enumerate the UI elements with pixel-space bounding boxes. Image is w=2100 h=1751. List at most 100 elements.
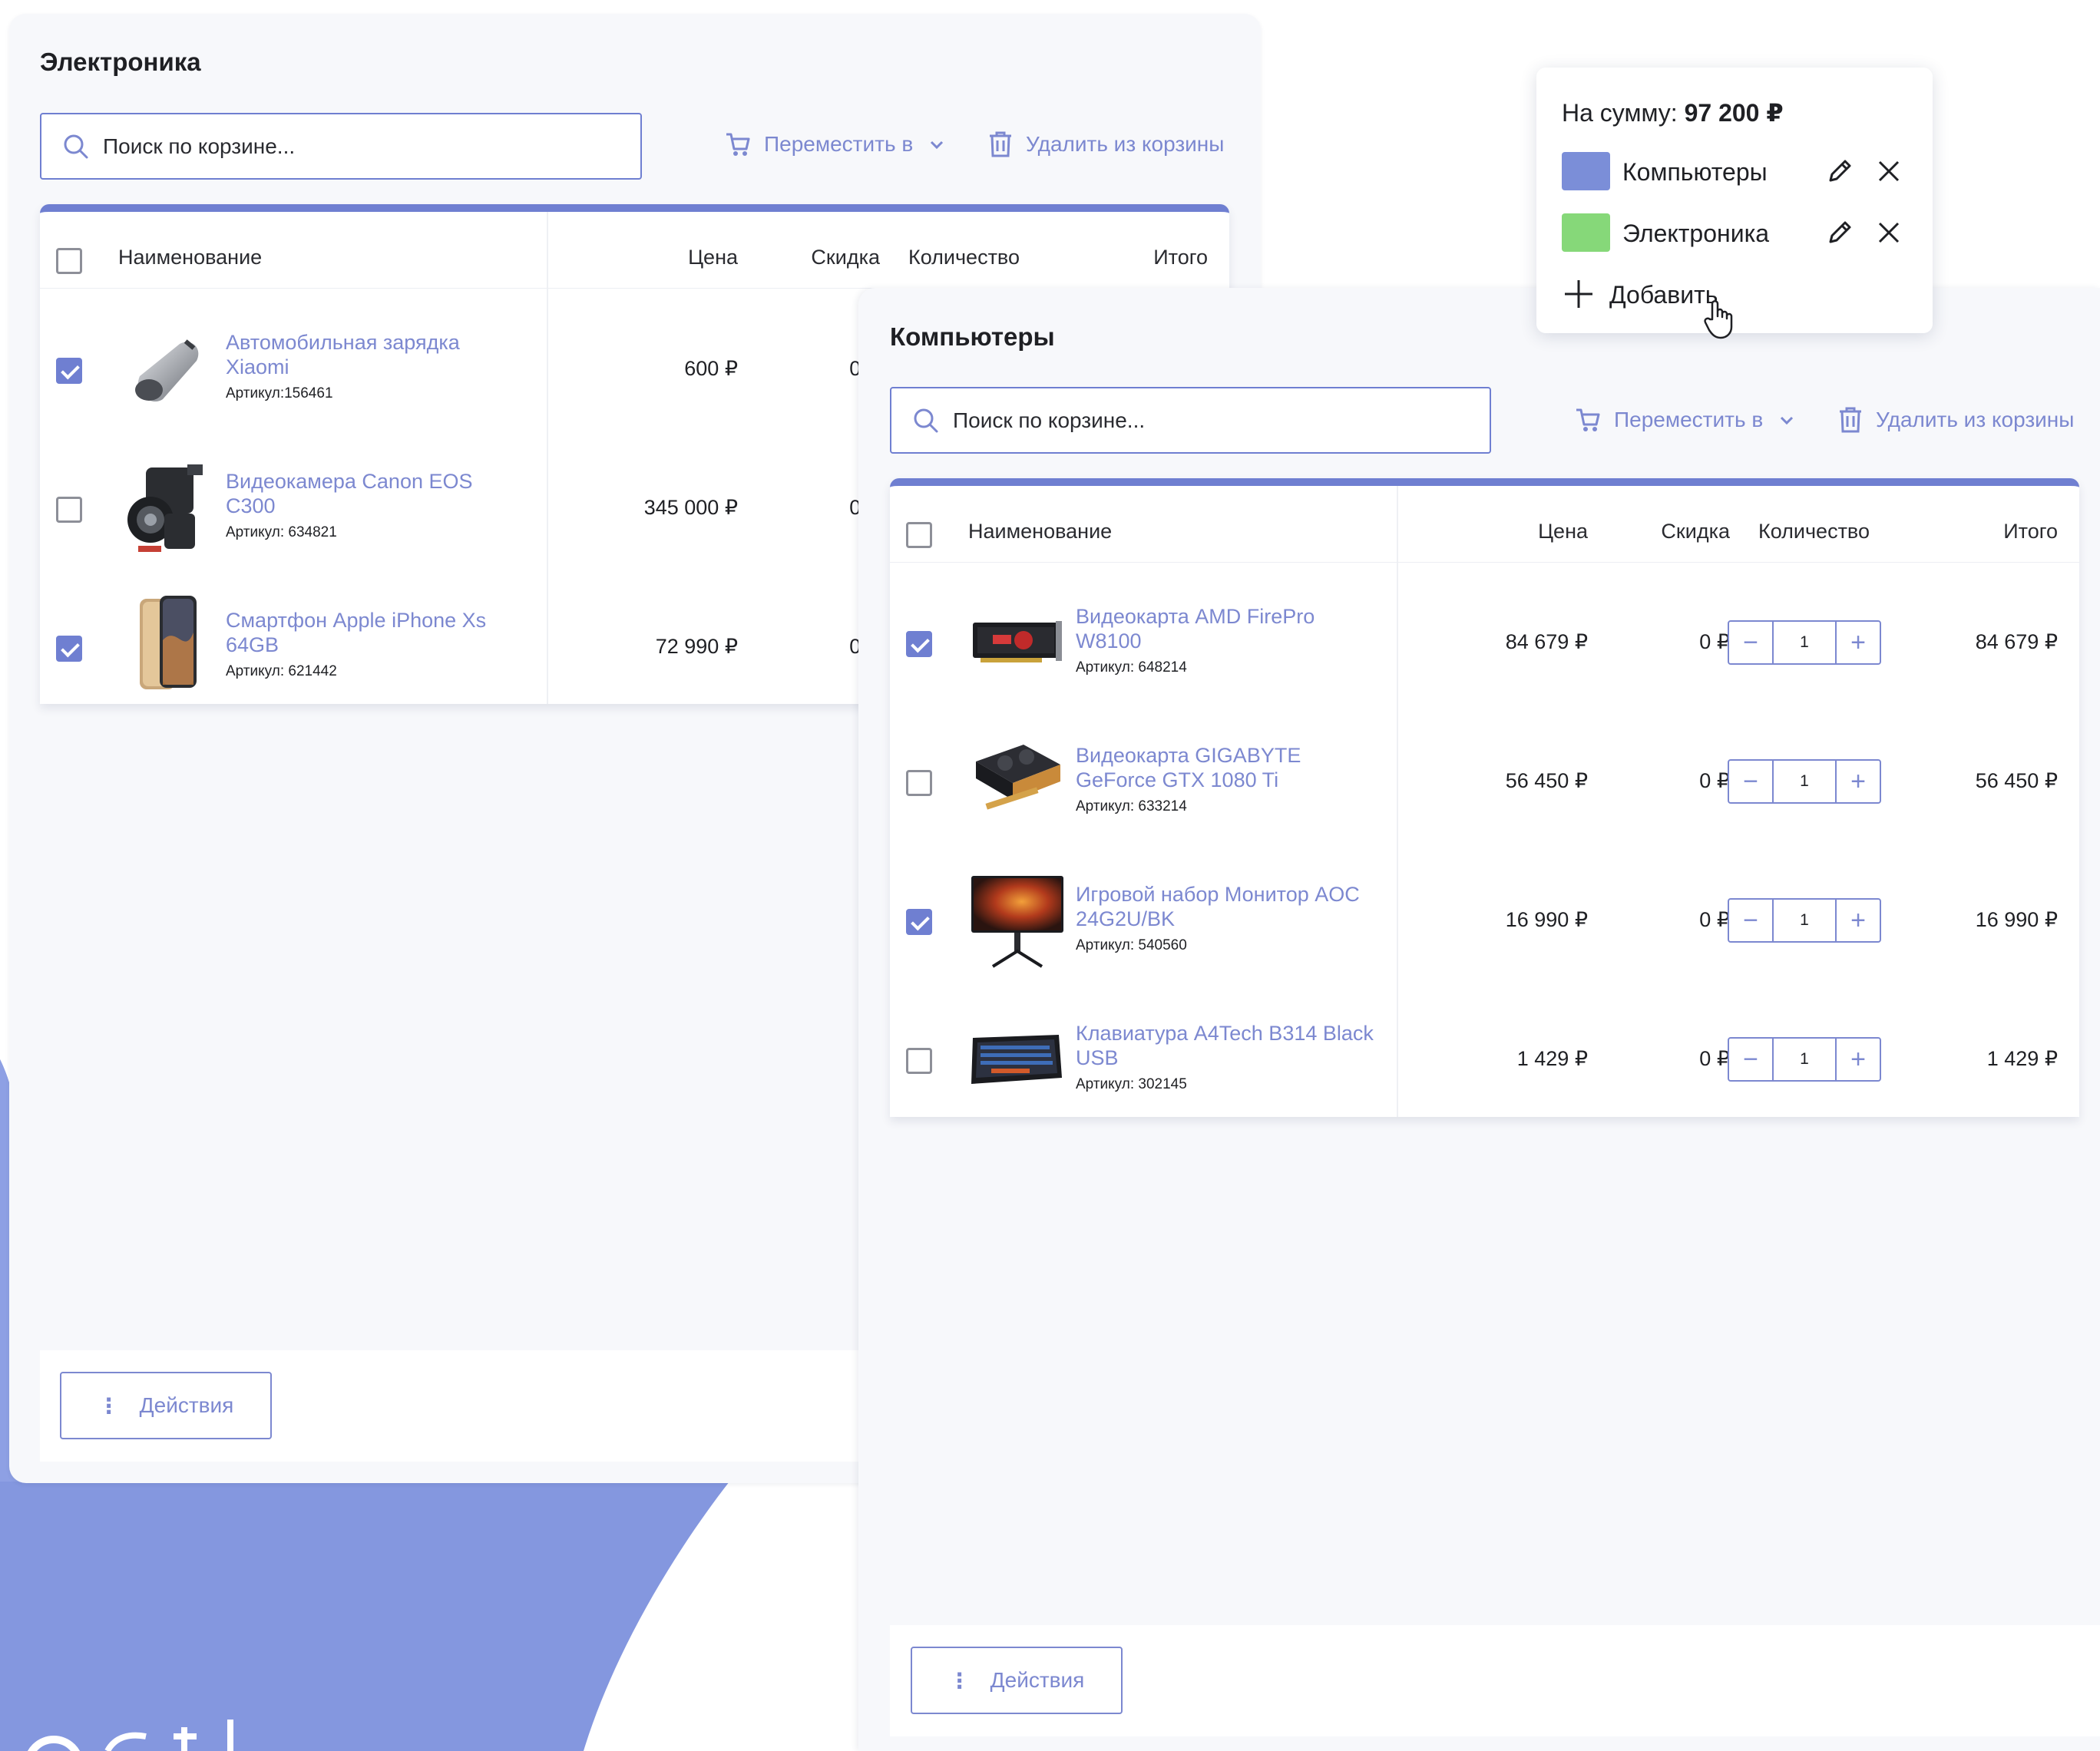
row-checkbox[interactable] [906,909,932,935]
column-header-name: Наименование [118,246,263,269]
table-row: Видеокарта GIGABYTE GeForce GTX 1080 Ti … [890,712,2079,851]
quantity-value[interactable]: 1 [1772,761,1837,802]
row-checkbox[interactable] [56,636,82,662]
delete-from-cart-label: Удалить из корзины [1026,132,1225,156]
more-vertical-icon: ⋮ [948,1668,971,1693]
actions-label: Действия [139,1393,234,1417]
product-name-link[interactable]: Смартфон Apple iPhone Xs 64GB [226,608,518,657]
select-all-checkbox[interactable] [56,248,82,274]
decrement-button[interactable]: − [1729,1039,1772,1080]
pencil-icon[interactable] [1824,156,1855,187]
pencil-icon[interactable] [1824,217,1855,248]
product-price: 1 429 ₽ [1516,1047,1588,1070]
product-price: 72 990 ₽ [655,635,738,658]
cart-icon [726,133,750,156]
row-checkbox[interactable] [56,497,82,523]
product-name-link[interactable]: Игровой набор Монитор AOC 24G2U/BK [1076,882,1391,931]
electronics-panel-title: Электроника [40,48,201,76]
product-total: 56 450 ₽ [1975,769,2058,792]
product-name-link[interactable]: Видеокамера Canon EOS C300 [226,469,518,518]
product-name-link[interactable]: Клавиатура A4Tech B314 Black USB [1076,1021,1375,1070]
decrement-button[interactable]: − [1729,622,1772,663]
actions-label: Действия [990,1668,1085,1692]
table-header: Наименование Цена Скидка Количество Итог… [40,212,1229,289]
cart-color-swatch [1562,152,1610,190]
table-row: Видеокарта AMD FirePro W8100 Артикул: 64… [890,573,2079,712]
quantity-stepper[interactable]: − 1 + [1728,759,1881,804]
close-icon[interactable] [1873,217,1904,248]
increment-button[interactable]: + [1837,622,1880,663]
product-name-link[interactable]: Автомобильная зарядка Xiaomi [226,330,518,379]
cart-list-item-computers[interactable]: Компьютеры [1562,152,1907,190]
quantity-value[interactable]: 1 [1772,622,1837,663]
product-sku: Артикул: 302145 [1076,1076,1187,1092]
increment-button[interactable]: + [1837,900,1880,941]
computers-cart-table: Наименование Цена Скидка Количество Итог… [890,478,2079,1117]
electronics-move-to-button[interactable]: Переместить в [724,130,945,158]
column-header-quantity: Количество [908,246,1020,269]
product-name-link[interactable]: Видеокарта GIGABYTE GeForce GTX 1080 Ti [1076,743,1375,792]
product-price: 16 990 ₽ [1505,908,1588,931]
hand-cursor-icon [1704,300,1733,339]
cart-color-swatch [1562,213,1610,252]
increment-button[interactable]: + [1837,761,1880,802]
graphics-card-image [976,745,1060,810]
cart-sum: На сумму: 97 200 ₽ [1562,98,1784,127]
increment-button[interactable]: + [1837,1039,1880,1080]
quantity-stepper[interactable]: − 1 + [1728,1037,1881,1082]
car-charger-image [135,339,199,402]
cart-label[interactable]: Электроника [1622,220,1769,248]
cart-label[interactable]: Компьютеры [1622,158,1768,187]
trash-icon [990,131,1011,157]
electronics-search-field[interactable] [40,113,642,180]
quantity-value[interactable]: 1 [1772,1039,1837,1080]
cart-list-item-electronics[interactable]: Электроника [1562,213,1907,252]
table-header: Наименование Цена Скидка Количество Итог… [890,486,2079,563]
row-checkbox[interactable] [906,770,932,796]
column-header-discount: Скидка [811,246,880,269]
move-to-label: Переместить в [1614,408,1764,431]
column-header-price: Цена [688,246,738,269]
quantity-stepper[interactable]: − 1 + [1728,898,1881,943]
cart-sum-value: 97 200 ₽ [1684,99,1784,127]
product-total: 16 990 ₽ [1975,908,2058,931]
product-price: 600 ₽ [684,357,738,380]
electronics-search-input[interactable] [103,134,567,159]
product-sku: Артикул: 633214 [1076,798,1187,814]
decrement-button[interactable]: − [1729,761,1772,802]
product-name-link[interactable]: Видеокарта AMD FirePro W8100 [1076,604,1375,653]
column-header-discount: Скидка [1661,520,1730,543]
product-sku: Артикул: 621442 [226,663,337,679]
product-total: 84 679 ₽ [1975,630,2058,653]
search-icon [914,408,938,432]
electronics-actions-button[interactable]: ⋮ Действия [60,1372,272,1439]
delete-from-cart-label: Удалить из корзины [1876,408,2075,431]
table-row: Клавиатура A4Tech B314 Black USB Артикул… [890,990,2079,1117]
row-checkbox[interactable] [906,631,932,657]
row-checkbox[interactable] [56,358,82,384]
computers-delete-from-cart-button[interactable]: Удалить из корзины [1837,406,2074,434]
decrement-button[interactable]: − [1729,900,1772,941]
row-checkbox[interactable] [906,1048,932,1074]
quantity-value[interactable]: 1 [1772,900,1837,941]
product-discount: 0 ₽ [1699,908,1730,931]
computers-move-to-button[interactable]: Переместить в [1574,406,1795,434]
computers-actions-button[interactable]: ⋮ Действия [911,1647,1123,1714]
chevron-down-icon [1781,416,1794,425]
column-header-total: Итого [2003,520,2058,543]
product-price: 84 679 ₽ [1505,630,1588,653]
add-cart-label: Добавить [1609,281,1718,309]
computers-search-input[interactable] [953,408,1416,433]
computers-panel-title: Компьютеры [890,322,1055,351]
table-row: Игровой набор Монитор AOC 24G2U/BK Артик… [890,851,2079,990]
product-sku: Артикул: 540560 [1076,937,1187,953]
cart-switcher-popup: На сумму: 97 200 ₽ Компьютеры Электроник… [1536,68,1933,333]
electronics-delete-from-cart-button[interactable]: Удалить из корзины [987,130,1224,158]
video-camera-image [127,464,203,552]
computers-search-field[interactable] [890,387,1491,454]
select-all-checkbox[interactable] [906,522,932,548]
quantity-stepper[interactable]: − 1 + [1728,620,1881,665]
more-vertical-icon: ⋮ [98,1393,120,1418]
close-icon[interactable] [1873,156,1904,187]
keyboard-image [971,1035,1062,1084]
